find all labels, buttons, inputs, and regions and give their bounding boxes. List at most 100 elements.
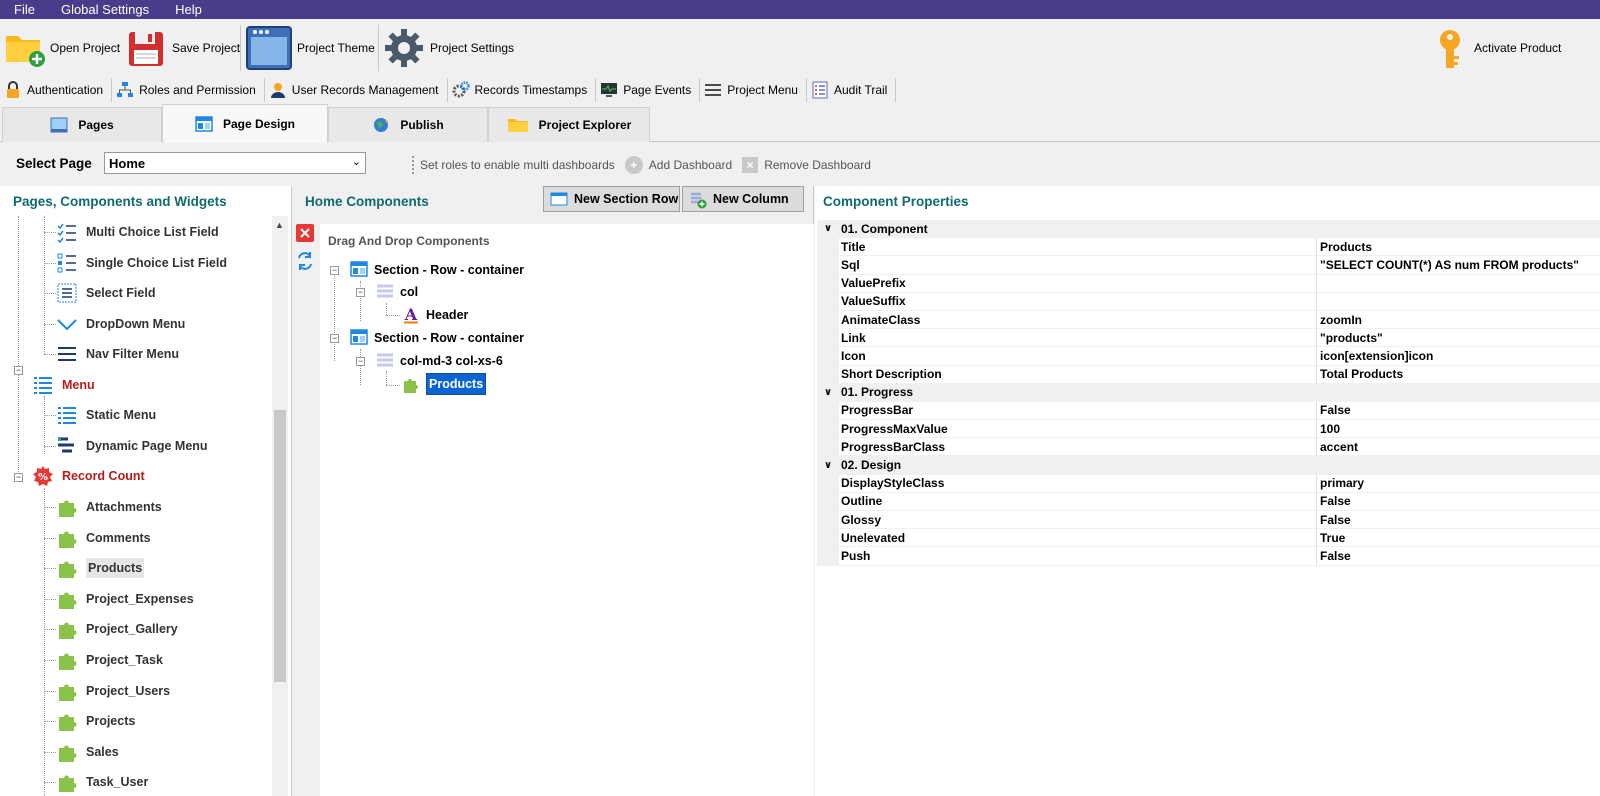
list-item-single-choice[interactable]: Single Choice List Field <box>56 249 227 277</box>
chevron-down-icon[interactable]: ∨ <box>817 383 839 401</box>
project-settings-button[interactable]: Project Settings <box>384 19 514 77</box>
refresh-button[interactable] <box>296 250 314 270</box>
tree-node-col-md[interactable]: col-md-3 col-xs-6 <box>376 351 503 371</box>
new-column-button[interactable]: New Column <box>682 186 804 212</box>
open-project-button[interactable]: Open Project <box>4 19 120 77</box>
property-value[interactable]: primary <box>1317 475 1364 492</box>
property-category[interactable]: ∨ 01. Progress <box>817 383 1600 402</box>
page-events-button[interactable]: Page Events <box>596 78 701 102</box>
collapse-toggle[interactable]: − <box>330 334 339 343</box>
list-item-multi-choice[interactable]: Multi Choice List Field <box>56 218 219 246</box>
property-row[interactable]: Link "products" <box>817 329 1600 348</box>
scrollbar[interactable]: ▲ <box>272 216 288 796</box>
tree-node-products[interactable]: Products <box>402 373 487 395</box>
property-value[interactable] <box>1317 275 1320 292</box>
property-row[interactable]: ValuePrefix <box>817 274 1600 293</box>
category-menu[interactable]: Menu <box>32 371 95 399</box>
property-row[interactable]: ProgressBar False <box>817 401 1600 421</box>
list-item-dynamic-page-menu[interactable]: Dynamic Page Menu <box>56 432 208 460</box>
activate-product-button[interactable]: Activate Product <box>1432 19 1561 77</box>
property-value[interactable]: False <box>1317 402 1351 419</box>
property-row[interactable]: ProgressBarClass accent <box>817 438 1600 457</box>
list-item-widget[interactable]: Sales <box>56 738 119 766</box>
list-item-widget[interactable]: Project_Gallery <box>56 615 178 643</box>
property-value[interactable]: Products <box>1317 238 1372 255</box>
property-value[interactable]: True <box>1317 529 1345 546</box>
project-theme-button[interactable]: Project Theme <box>245 19 375 77</box>
select-page-dropdown[interactable]: Home ⌄ <box>104 152 366 174</box>
list-item-static-menu[interactable]: Static Menu <box>56 401 156 429</box>
list-item-select-field[interactable]: Select Field <box>56 279 155 307</box>
list-item-widget[interactable]: Task_User <box>56 768 148 796</box>
property-row[interactable]: ProgressMaxValue 100 <box>817 420 1600 439</box>
project-menu-button[interactable]: Project Menu <box>700 78 807 102</box>
property-row[interactable]: Title Products <box>817 238 1600 257</box>
property-row[interactable]: Short Description Total Products <box>817 365 1600 384</box>
list-item-widget[interactable]: Project_Expenses <box>56 585 194 613</box>
puzzle-icon <box>56 680 78 702</box>
property-row[interactable]: Outline False <box>817 492 1600 511</box>
remove-dashboard-button[interactable]: × Remove Dashboard <box>742 157 871 173</box>
scroll-up-icon[interactable]: ▲ <box>275 220 284 230</box>
menu-help[interactable]: Help <box>161 2 202 17</box>
collapse-toggle[interactable]: − <box>14 473 23 482</box>
property-row[interactable]: DisplayStyleClass primary <box>817 474 1600 493</box>
user-records-button[interactable]: User Records Management <box>265 78 448 102</box>
property-value[interactable]: False <box>1317 511 1351 528</box>
chevron-down-icon[interactable]: ∨ <box>817 220 839 238</box>
category-record-count[interactable]: % Record Count <box>32 462 145 490</box>
tab-page-design[interactable]: Page Design <box>162 104 328 143</box>
property-value[interactable]: "SELECT COUNT(*) AS num FROM products" <box>1317 256 1579 273</box>
list-item-widget[interactable]: Project_Task <box>56 646 163 674</box>
property-value[interactable] <box>1317 293 1320 310</box>
property-value[interactable]: icon[extension]icon <box>1317 347 1433 364</box>
menu-file[interactable]: File <box>0 2 35 17</box>
property-row[interactable]: Icon icon[extension]icon <box>817 347 1600 366</box>
tree-node-section-row[interactable]: Section - Row - container <box>350 260 524 280</box>
audit-trail-button[interactable]: Audit Trail <box>807 78 897 102</box>
components-canvas[interactable]: Drag And Drop Components − Section - Row… <box>320 224 814 796</box>
tree-node-col[interactable]: col <box>376 282 418 302</box>
property-category[interactable]: ∨ 01. Component <box>817 220 1600 239</box>
property-value[interactable]: Total Products <box>1317 366 1403 383</box>
property-value[interactable]: zoomIn <box>1317 311 1362 328</box>
property-row[interactable]: AnimateClass zoomIn <box>817 310 1600 330</box>
list-item-widget[interactable]: Project_Users <box>56 677 170 705</box>
list-item-widget[interactable]: Attachments <box>56 493 162 521</box>
collapse-toggle[interactable]: − <box>330 266 339 275</box>
list-item-dropdown-menu[interactable]: DropDown Menu <box>56 310 185 338</box>
list-item-widget[interactable]: Products <box>56 554 145 582</box>
tab-project-explorer[interactable]: Project Explorer <box>488 107 650 142</box>
tree-node-header[interactable]: A Header <box>402 305 469 325</box>
delete-component-button[interactable] <box>296 224 314 242</box>
list-item-nav-filter[interactable]: Nav Filter Menu <box>56 340 179 368</box>
property-value[interactable]: accent <box>1317 438 1358 455</box>
property-category[interactable]: ∨ 02. Design <box>817 456 1600 475</box>
collapse-toggle[interactable]: − <box>356 288 365 297</box>
scrollbar-thumb[interactable] <box>274 410 286 682</box>
new-section-row-button[interactable]: New Section Row <box>543 186 680 212</box>
tab-publish[interactable]: Publish <box>328 107 488 142</box>
property-value[interactable]: False <box>1317 493 1351 510</box>
tab-pages[interactable]: Pages <box>2 107 162 142</box>
collapse-toggle[interactable]: − <box>356 357 365 366</box>
property-value[interactable]: False <box>1317 547 1351 564</box>
property-row[interactable]: ValueSuffix <box>817 292 1600 311</box>
property-value[interactable]: 100 <box>1317 420 1340 437</box>
chevron-down-icon[interactable]: ∨ <box>817 456 839 474</box>
property-row[interactable]: Push False <box>817 547 1600 566</box>
records-timestamps-button[interactable]: Records Timestamps <box>448 78 597 102</box>
collapse-toggle[interactable]: − <box>14 366 23 375</box>
menu-global-settings[interactable]: Global Settings <box>47 2 149 17</box>
add-dashboard-button[interactable]: + Add Dashboard <box>624 156 732 174</box>
roles-permission-button[interactable]: Roles and Permission <box>112 78 265 102</box>
property-row[interactable]: Unelevated True <box>817 529 1600 548</box>
authentication-button[interactable]: Authentication <box>0 78 113 102</box>
property-row[interactable]: Sql "SELECT COUNT(*) AS num FROM products… <box>817 256 1600 275</box>
list-item-widget[interactable]: Comments <box>56 524 151 552</box>
list-item-widget[interactable]: Projects <box>56 707 135 735</box>
property-row[interactable]: Glossy False <box>817 511 1600 530</box>
property-value[interactable]: "products" <box>1317 329 1383 346</box>
save-project-button[interactable]: Save Project <box>126 19 240 77</box>
tree-node-section-row[interactable]: Section - Row - container <box>350 328 524 348</box>
